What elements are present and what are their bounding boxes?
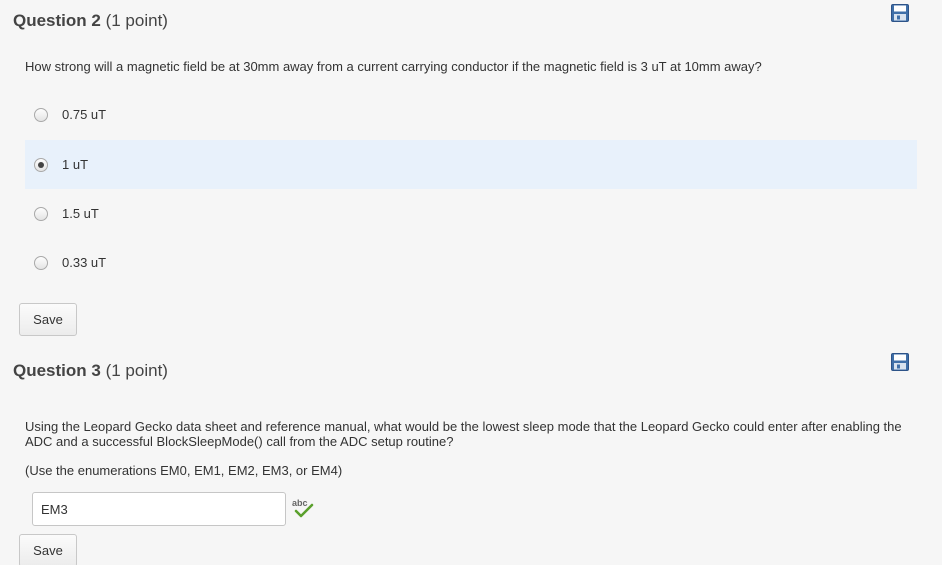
question-3-points: (1 point) (105, 361, 168, 380)
question-3-number: Question 3 (13, 361, 101, 380)
question-2-save-button[interactable]: Save (19, 303, 77, 336)
question-2-number: Question 2 (13, 11, 101, 30)
question-3-header: Question 3 (1 point) (13, 361, 168, 381)
question-3-save-button[interactable]: Save (19, 534, 77, 565)
radio-button[interactable] (34, 107, 48, 122)
question-2-text: How strong will a magnetic field be at 3… (25, 59, 762, 74)
question-3-hint: (Use the enumerations EM0, EM1, EM2, EM3… (25, 463, 343, 478)
question-2-option[interactable]: 0.75 uT (25, 90, 917, 139)
question-2-option[interactable]: 0.33 uT (25, 238, 917, 287)
option-label: 0.33 uT (62, 255, 107, 270)
question-2-header: Question 2 (1 point) (13, 11, 168, 31)
radio-button[interactable] (34, 206, 48, 221)
question-2-option[interactable]: 1 uT (25, 140, 917, 189)
radio-button[interactable] (34, 255, 48, 270)
question-2-points: (1 point) (105, 11, 168, 30)
spellcheck-icon[interactable]: abc (292, 497, 314, 519)
radio-selected-dot (38, 161, 44, 168)
svg-text:abc: abc (292, 498, 308, 508)
question-3-text: Using the Leopard Gecko data sheet and r… (25, 419, 902, 449)
quiz-page: Question 2 (1 point) How strong will a m… (0, 0, 942, 565)
question-2-option[interactable]: 1.5 uT (25, 189, 917, 238)
floppy-disk-icon[interactable] (891, 4, 909, 22)
option-label: 1.5 uT (62, 206, 99, 221)
radio-button[interactable] (34, 157, 48, 172)
floppy-disk-icon[interactable] (891, 353, 909, 371)
option-label: 1 uT (62, 157, 89, 172)
option-label: 0.75 uT (62, 107, 107, 122)
question-3-answer-input[interactable] (32, 492, 286, 526)
